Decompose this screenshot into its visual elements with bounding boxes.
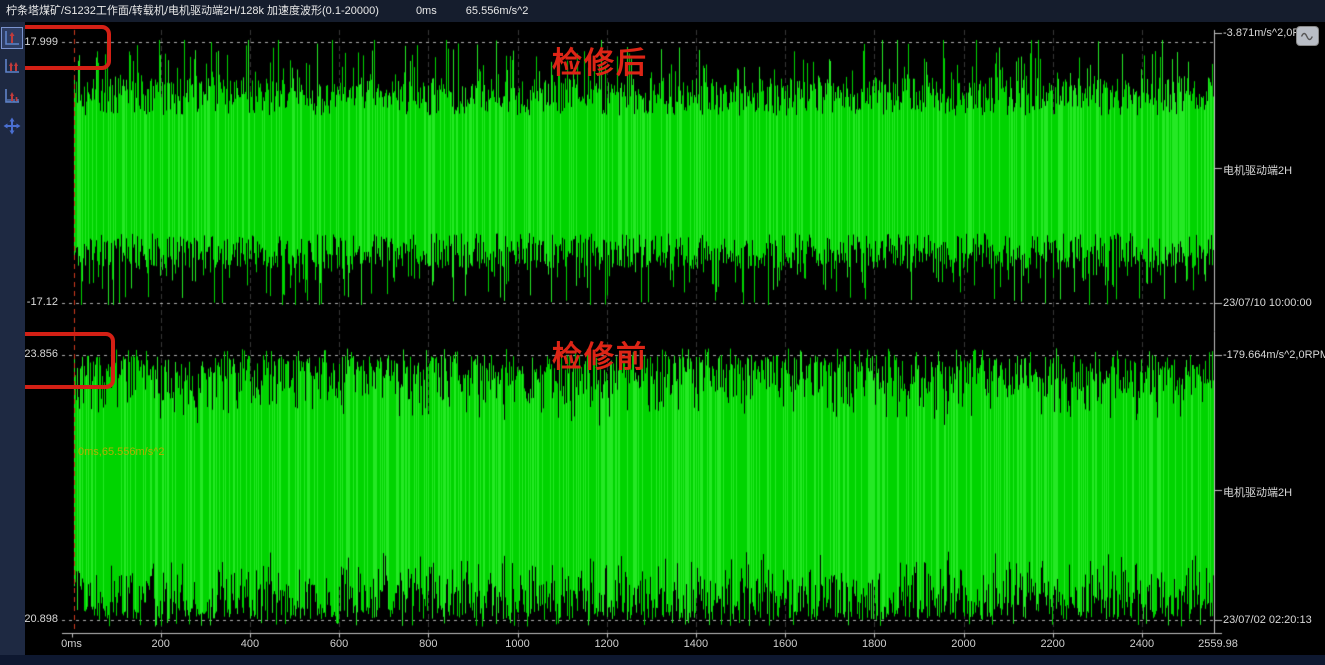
x-tick-label: 1000 [478, 638, 558, 650]
top-chart-channel-label: 电机驱动端2H [1223, 162, 1292, 178]
cursor-value-readout: 65.556m/s^2 [466, 5, 529, 17]
pan-move-icon[interactable] [1, 115, 23, 137]
sine-wave-icon [1300, 31, 1315, 42]
tool-sidebar [0, 22, 25, 655]
x-tick-label: 2559.98 [1178, 638, 1258, 650]
single-waveform-icon[interactable] [1, 27, 23, 49]
x-tick-label: 400 [210, 638, 290, 650]
top-chart-caption: 检修后 [490, 38, 710, 82]
x-tick-label: 2200 [1013, 638, 1093, 650]
bottom-status-strip [0, 655, 1325, 665]
spectrum-icon[interactable] [1, 85, 23, 107]
title-bar: 柠条塔煤矿/S1232工作面/转载机/电机驱动端2H/128k 加速度波形(0.… [0, 0, 1325, 22]
bottom-chart-timestamp: 23/07/02 02:20:13 [1223, 614, 1312, 626]
waveform-display-button[interactable] [1297, 27, 1318, 45]
x-tick-label: 1600 [745, 638, 825, 650]
x-tick-label: 200 [121, 638, 201, 650]
bottom-chart-channel-label: 电机驱动端2H [1223, 484, 1292, 500]
bottom-chart-caption: 检修前 [490, 332, 710, 376]
measurement-point-path: 柠条塔煤矿/S1232工作面/转载机/电机驱动端2H/128k 加速度波形(0.… [6, 5, 379, 17]
annotation-box-bottom-ymax [11, 332, 115, 389]
x-tick-label: 800 [388, 638, 468, 650]
x-tick-label: 1800 [834, 638, 914, 650]
top-chart-timestamp: 23/07/10 10:00:00 [1223, 297, 1312, 309]
vibration-analysis-app: { "titlebar": { "title": "柠条塔煤矿/S1232工作面… [0, 0, 1325, 665]
x-tick-label: 1200 [567, 638, 647, 650]
dual-trend-icon[interactable] [1, 55, 23, 77]
x-tick-label: 0ms [32, 638, 112, 650]
cursor-time-readout: 0ms [416, 5, 437, 17]
bottom-chart-cursor-readout: -179.664m/s^2,0RPM [1223, 349, 1325, 361]
x-tick-label: 2000 [924, 638, 1004, 650]
cursor-value-marker: 0ms,65.556m/s^2 [78, 446, 164, 458]
x-tick-label: 2400 [1102, 638, 1182, 650]
x-tick-label: 1400 [656, 638, 736, 650]
x-tick-label: 600 [299, 638, 379, 650]
